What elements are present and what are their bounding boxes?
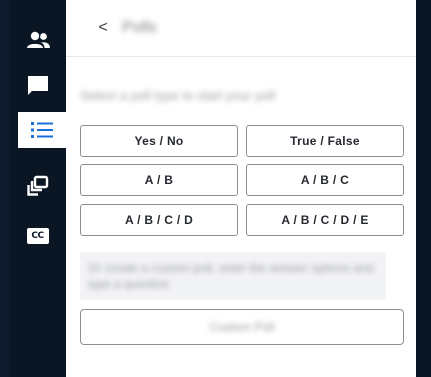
poll-type-prompt: Select a poll type to start your poll [80, 88, 276, 103]
right-edge-rail [416, 0, 431, 377]
captions-icon-text: CC [31, 231, 44, 241]
back-button[interactable]: < [94, 18, 112, 38]
poll-option-a-b-c-d[interactable]: A / B / C / D [80, 204, 238, 236]
sidebar-item-polls[interactable] [18, 112, 66, 148]
custom-poll-button[interactable]: Custom Poll [80, 309, 404, 345]
sidebar-nav: CC [9, 0, 66, 377]
polls-panel: < Polls Select a poll type to start your… [66, 0, 416, 377]
custom-poll-button-label: Custom Poll [209, 320, 275, 334]
panel-header: < Polls [66, 0, 416, 57]
poll-option-yes-no[interactable]: Yes / No [80, 125, 238, 157]
chat-icon [27, 76, 48, 95]
panel-title: Polls [122, 19, 157, 36]
poll-option-true-false[interactable]: True / False [246, 125, 404, 157]
sidebar-item-breakouts[interactable] [9, 168, 66, 204]
custom-poll-description-text: Or create a custom poll, enter the answe… [88, 261, 374, 291]
sidebar-item-chat[interactable] [9, 68, 66, 104]
list-icon [31, 122, 53, 138]
poll-option-a-b-c[interactable]: A / B / C [246, 164, 404, 196]
users-icon [26, 31, 50, 48]
sidebar-item-participants[interactable] [9, 22, 66, 58]
poll-option-a-b[interactable]: A / B [80, 164, 238, 196]
closed-captions-icon: CC [26, 228, 49, 244]
layers-icon [26, 175, 48, 196]
poll-option-a-b-c-d-e[interactable]: A / B / C / D / E [246, 204, 404, 236]
left-edge-rail [0, 0, 9, 377]
sidebar-item-captions[interactable]: CC [9, 218, 66, 254]
custom-poll-description: Or create a custom poll, enter the answe… [80, 252, 386, 300]
